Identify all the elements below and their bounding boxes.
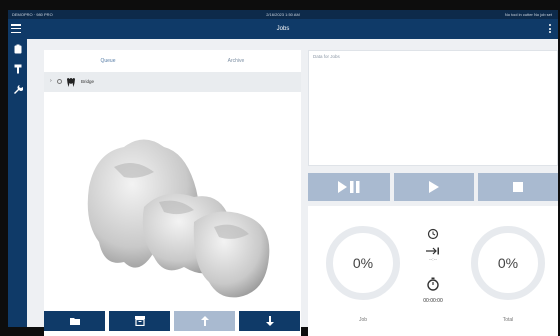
time-info: --:-- 00:00:00 xyxy=(417,206,449,336)
status-bar: DEMOPRO · 980 PRO 2/16/2023 1:50 AM No t… xyxy=(8,10,558,19)
total-progress-value: 0% xyxy=(497,255,519,271)
expand-chevron-icon[interactable]: › xyxy=(50,78,52,84)
more-options-icon[interactable] xyxy=(549,24,552,34)
wrench-icon[interactable] xyxy=(8,79,27,99)
progress-section: 0% Job --:-- 00:00:00 0% Total xyxy=(308,206,558,336)
dental-bridge-model xyxy=(87,139,270,298)
move-down-button[interactable] xyxy=(239,311,300,331)
stopwatch-icon xyxy=(427,277,439,291)
open-folder-button[interactable] xyxy=(44,311,105,331)
tab-bar: Queue Archive xyxy=(44,50,301,73)
machine-controls xyxy=(308,173,558,203)
archive-button[interactable] xyxy=(109,311,170,331)
play-button[interactable] xyxy=(394,173,474,201)
move-up-button[interactable] xyxy=(174,311,235,331)
arrow-up-icon xyxy=(200,316,209,326)
job-progress-value: 0% xyxy=(352,255,374,271)
job-info-placeholder: Data for Jobs xyxy=(313,54,340,59)
3d-model-viewer[interactable] xyxy=(44,92,301,307)
job-progress-label: Job xyxy=(358,317,368,323)
radio-icon[interactable] xyxy=(57,79,62,84)
page-title: Jobs xyxy=(276,26,290,32)
clipboard-icon[interactable] xyxy=(8,39,27,59)
archive-icon xyxy=(134,316,145,326)
job-tree-item[interactable]: › Bridge xyxy=(44,72,301,92)
clock-icon xyxy=(427,228,439,240)
arrow-to-end-icon xyxy=(426,247,439,255)
elapsed-time: 00:00:00 xyxy=(423,298,443,304)
status-right: No tool in cutter No job set xyxy=(504,12,552,17)
play-icon xyxy=(429,181,439,193)
total-progress-ring: 0% xyxy=(471,226,545,300)
stop-button[interactable] xyxy=(478,173,558,201)
tool-icon[interactable] xyxy=(8,59,27,79)
queue-actions-bar xyxy=(44,307,301,336)
play-pause-button[interactable] xyxy=(308,173,390,201)
status-clock: 2/16/2023 1:50 AM xyxy=(266,12,300,17)
play-pause-icon xyxy=(338,181,360,193)
job-queue-panel: Queue Archive › Bridge xyxy=(44,50,301,336)
arrow-down-icon xyxy=(265,316,274,326)
stop-icon xyxy=(513,182,523,192)
job-info-box: Data for Jobs xyxy=(308,50,558,166)
tab-archive[interactable]: Archive xyxy=(172,50,300,73)
side-navigation xyxy=(8,39,27,327)
job-label: Bridge xyxy=(81,79,95,84)
job-progress-ring: 0% xyxy=(326,226,400,300)
folder-icon xyxy=(69,318,80,325)
remaining-time: --:-- xyxy=(428,257,438,263)
total-progress-label: Total xyxy=(502,317,514,323)
tab-queue[interactable]: Queue xyxy=(44,50,172,73)
app-window: DEMOPRO · 980 PRO 2/16/2023 1:50 AM No t… xyxy=(8,10,558,336)
app-bar: Jobs xyxy=(8,19,558,39)
bridge-tooth-icon xyxy=(67,78,75,87)
job-control-panel: Data for Jobs 0% Job --:-- 00:00:00 0% T… xyxy=(308,50,558,336)
